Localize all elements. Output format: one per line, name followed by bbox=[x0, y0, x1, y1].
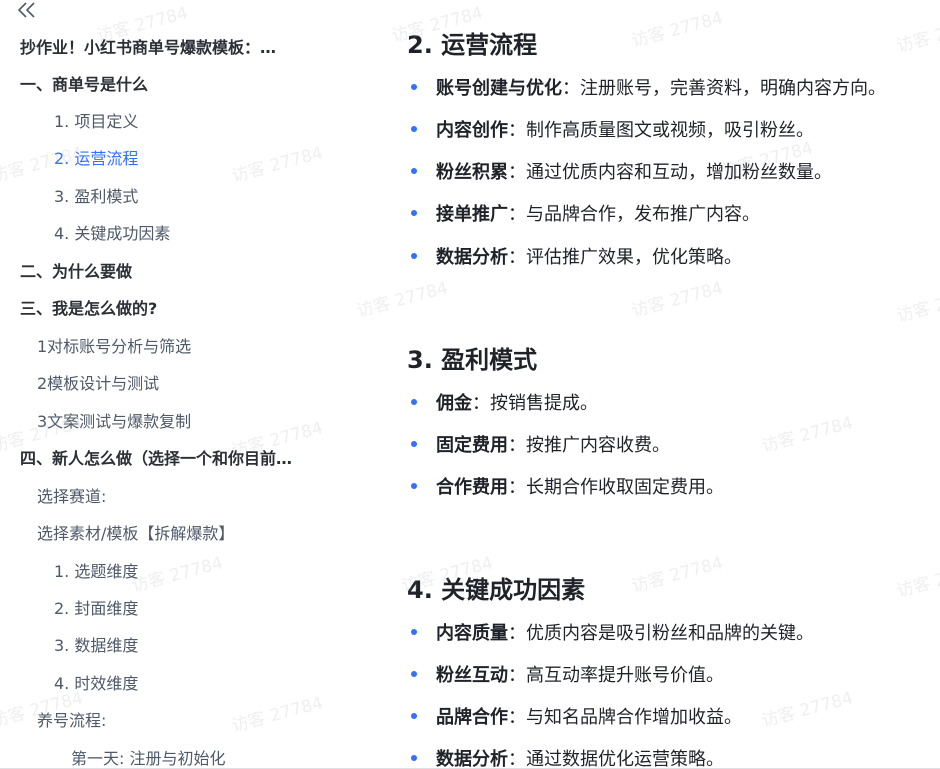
bullet-item: 内容质量：优质内容是吸引粉丝和品牌的关键。 bbox=[407, 621, 814, 647]
bullet-text: ：按销售提成。 bbox=[472, 393, 598, 414]
toc-item[interactable]: 2. 运营流程 bbox=[54, 148, 138, 170]
toc-item[interactable]: 3文案测试与爆款复制 bbox=[37, 411, 191, 433]
toc-item[interactable]: 2模板设计与测试 bbox=[37, 373, 159, 395]
bullet-term: 账号创建与优化 bbox=[436, 78, 562, 99]
bullet-dot-icon bbox=[411, 126, 417, 132]
bullet-dot-icon bbox=[411, 671, 417, 677]
bullet-text: ：优质内容是吸引粉丝和品牌的关键。 bbox=[508, 623, 814, 644]
bullet-text: ：与品牌合作，发布推广内容。 bbox=[508, 204, 760, 225]
bullet-item: 粉丝互动：高互动率提升账号价值。 bbox=[407, 663, 724, 689]
bullet-dot-icon bbox=[411, 629, 417, 635]
section-heading: 4. 关键成功因素 bbox=[407, 576, 586, 604]
bullet-dot-icon bbox=[411, 84, 417, 90]
bullet-dot-icon bbox=[411, 441, 417, 447]
bullet-item: 接单推广：与品牌合作，发布推广内容。 bbox=[407, 202, 760, 228]
bullet-text: ：通过优质内容和互动，增加粉丝数量。 bbox=[508, 162, 832, 183]
bullet-item: 内容创作：制作高质量图文或视频，吸引粉丝。 bbox=[407, 118, 814, 144]
toc-item[interactable]: 1. 选题维度 bbox=[54, 561, 138, 583]
bullet-term: 固定费用 bbox=[436, 435, 508, 456]
bullet-text: ：与知名品牌合作增加收益。 bbox=[508, 707, 742, 728]
bullet-item: 固定费用：按推广内容收费。 bbox=[407, 433, 670, 459]
bullet-term: 品牌合作 bbox=[436, 707, 508, 728]
bullet-dot-icon bbox=[411, 168, 417, 174]
bullet-dot-icon bbox=[411, 713, 417, 719]
bullet-term: 接单推广 bbox=[436, 204, 508, 225]
bullet-term: 合作费用 bbox=[436, 477, 508, 498]
bullet-text: ：注册账号，完善资料，明确内容方向。 bbox=[562, 78, 886, 99]
bullet-term: 数据分析 bbox=[436, 749, 508, 769]
bullet-term: 数据分析 bbox=[436, 247, 508, 268]
toc-item[interactable]: 四、新人怎么做（选择一个和你目前… bbox=[20, 448, 292, 470]
toc-item[interactable]: 抄作业！小红书商单号爆款模板：… bbox=[20, 37, 276, 59]
bullet-dot-icon bbox=[411, 399, 417, 405]
toc-item[interactable]: 第一天: 注册与初始化 bbox=[71, 748, 225, 769]
toc-item[interactable]: 二、为什么要做 bbox=[20, 261, 132, 283]
bullet-item: 账号创建与优化：注册账号，完善资料，明确内容方向。 bbox=[407, 76, 886, 102]
toc-item[interactable]: 养号流程: bbox=[37, 710, 106, 732]
bullet-term: 内容质量 bbox=[436, 623, 508, 644]
bullet-item: 合作费用：长期合作收取固定费用。 bbox=[407, 475, 724, 501]
toc-item[interactable]: 1. 项目定义 bbox=[54, 111, 138, 133]
bullet-term: 粉丝积累 bbox=[436, 162, 508, 183]
bullet-dot-icon bbox=[411, 755, 417, 761]
bullet-item: 数据分析：评估推广效果，优化策略。 bbox=[407, 245, 742, 271]
bullet-item: 佣金：按销售提成。 bbox=[407, 391, 598, 417]
bullet-text: ：评估推广效果，优化策略。 bbox=[508, 247, 742, 268]
bullet-text: ：长期合作收取固定费用。 bbox=[508, 477, 724, 498]
toc-item[interactable]: 选择素材/模板【拆解爆款】 bbox=[37, 523, 234, 545]
toc-item[interactable]: 4. 关键成功因素 bbox=[54, 223, 170, 245]
toc-item[interactable]: 一、商单号是什么 bbox=[20, 74, 148, 96]
bullet-item: 品牌合作：与知名品牌合作增加收益。 bbox=[407, 705, 742, 731]
bullet-dot-icon bbox=[411, 253, 417, 259]
toc-sidebar: 抄作业！小红书商单号爆款模板：… 一、商单号是什么 1. 项目定义 2. 运营流程 3.… bbox=[0, 0, 340, 769]
bullet-dot-icon bbox=[411, 483, 417, 489]
section-heading: 3. 盈利模式 bbox=[407, 346, 538, 374]
bullet-term: 内容创作 bbox=[436, 120, 508, 141]
bullet-text: ：按推广内容收费。 bbox=[508, 435, 670, 456]
toc-item[interactable]: 三、我是怎么做的? bbox=[20, 298, 157, 320]
bullet-item: 粉丝积累：通过优质内容和互动，增加粉丝数量。 bbox=[407, 160, 832, 186]
bullet-text: ：高互动率提升账号价值。 bbox=[508, 665, 724, 686]
bullet-item: 数据分析：通过数据优化运营策略。 bbox=[407, 747, 724, 769]
toc-item[interactable]: 3. 数据维度 bbox=[54, 635, 138, 657]
bullet-term: 粉丝互动 bbox=[436, 665, 508, 686]
bullet-text: ：通过数据优化运营策略。 bbox=[508, 749, 724, 769]
bullet-term: 佣金 bbox=[436, 393, 472, 414]
section-heading: 2. 运营流程 bbox=[407, 31, 538, 59]
toc-item[interactable]: 4. 时效维度 bbox=[54, 673, 138, 695]
toc-item[interactable]: 选择赛道: bbox=[37, 486, 106, 508]
document-content: 2. 运营流程 账号创建与优化：注册账号，完善资料，明确内容方向。 内容创作：制作高… bbox=[407, 0, 940, 769]
bullet-dot-icon bbox=[411, 210, 417, 216]
collapse-toc-button[interactable] bbox=[16, 0, 38, 22]
toc-item[interactable]: 2. 封面维度 bbox=[54, 598, 138, 620]
toc-item[interactable]: 1对标账号分析与筛选 bbox=[37, 336, 191, 358]
toc-item[interactable]: 3. 盈利模式 bbox=[54, 186, 138, 208]
bullet-text: ：制作高质量图文或视频，吸引粉丝。 bbox=[508, 120, 814, 141]
double-chevron-left-icon bbox=[17, 2, 35, 18]
